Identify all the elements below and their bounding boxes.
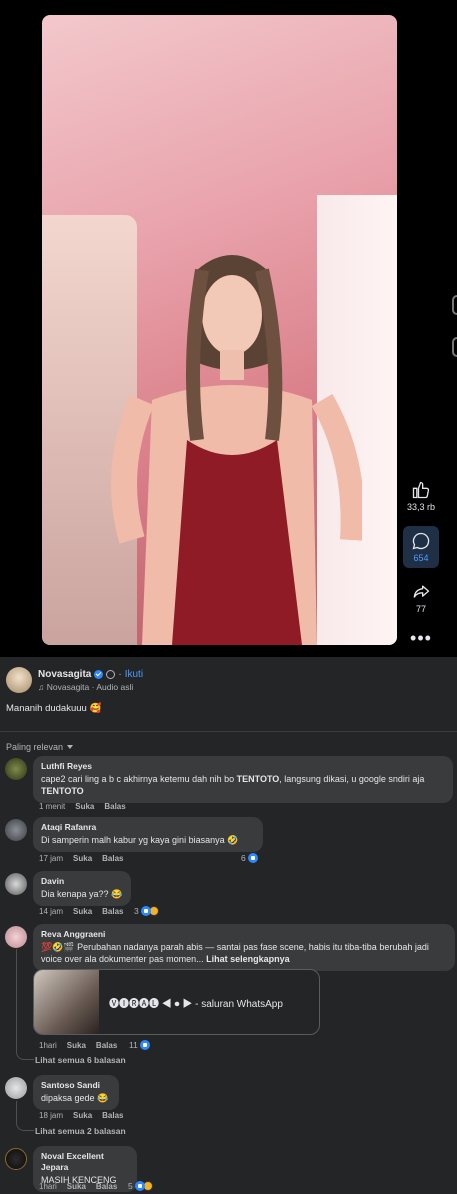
view-replies-link[interactable]: Lihat semua 2 balasan: [35, 1126, 126, 1136]
comment-item: Reva Anggraeni 💯🤣🎬 Perubahan nadanya par…: [5, 924, 455, 1074]
sort-label: Paling relevan: [6, 742, 64, 752]
comment-time[interactable]: 1hari: [39, 1041, 57, 1050]
comment-bubble: Reva Anggraeni 💯🤣🎬 Perubahan nadanya par…: [33, 924, 455, 971]
like-comment-button[interactable]: Suka: [67, 1182, 86, 1191]
music-note-icon: ♫: [38, 681, 47, 692]
link-title: 🅥🅘🅡🅐🅛 ◀ ⏺ ▶ - saluran WhatsApp: [109, 998, 283, 1010]
link-thumbnail: [34, 970, 99, 1034]
comment-text: Di samperin malh kabur yg kaya gini bias…: [41, 835, 239, 845]
comment-time[interactable]: 14 jam: [39, 907, 63, 916]
commenter-avatar[interactable]: [5, 758, 27, 780]
like-reaction-icon: [140, 906, 151, 916]
edge-scroll-hints: [452, 295, 457, 379]
share-count: 77: [415, 604, 426, 614]
commenter-avatar[interactable]: [5, 1077, 27, 1099]
reaction-summary[interactable]: 11: [129, 1040, 150, 1050]
comment-item: Ataqi Rafanra Di samperin malh kabur yg …: [5, 817, 455, 863]
comment-action[interactable]: 654: [403, 526, 439, 568]
more-options-icon[interactable]: •••: [403, 628, 439, 649]
reel-actions: 33,3 rb 654 77 •••: [403, 480, 439, 649]
like-comment-button[interactable]: Suka: [73, 854, 92, 863]
comment-count: 654: [413, 553, 429, 563]
chevron-down-icon: [67, 745, 74, 749]
like-comment-button[interactable]: Suka: [73, 1111, 92, 1120]
comment-time[interactable]: 17 jam: [39, 854, 63, 863]
reply-button[interactable]: Balas: [102, 854, 123, 863]
commenter-name[interactable]: Ataqi Rafanra: [41, 822, 255, 833]
author-avatar[interactable]: [6, 667, 32, 693]
commenter-name[interactable]: Reva Anggraeni: [41, 929, 447, 940]
reply-button[interactable]: Balas: [104, 802, 125, 811]
comment-bubble: Luthfi Reyes cape2 cari ling a b c akhir…: [33, 756, 453, 803]
audio-label[interactable]: Novasagita · Audio asli: [47, 682, 133, 692]
commenter-avatar[interactable]: [5, 1148, 27, 1170]
reaction-summary[interactable]: 3: [134, 906, 159, 916]
verified-badge-icon: [94, 669, 104, 679]
comment-text: dipaksa gede 😂: [41, 1093, 109, 1103]
comment-bubble: Santoso Sandi dipaksa gede 😂: [33, 1075, 119, 1110]
comment-icon: [412, 532, 430, 550]
sort-dropdown[interactable]: Paling relevan: [0, 732, 457, 752]
like-reaction-icon: [139, 1040, 150, 1050]
reaction-count: 11: [129, 1040, 138, 1050]
follow-button[interactable]: Ikuti: [125, 669, 143, 680]
comment-text: Dia kenapa ya?? 😂: [41, 889, 123, 899]
reel-viewer: 33,3 rb 654 77 ••• Novasagita · Ikuti ♫ …: [0, 0, 457, 1194]
post-header: Novasagita · Ikuti ♫ Novasagita · Audio …: [0, 657, 457, 693]
reply-button[interactable]: Balas: [102, 907, 123, 916]
thumbs-up-icon: [412, 481, 430, 499]
comment-time[interactable]: 18 jam: [39, 1111, 63, 1120]
comment-item: Noval Excellent Jepara MASIH KENCENG 1ha…: [5, 1146, 455, 1192]
link-preview-card[interactable]: 🅥🅘🅡🅐🅛 ◀ ⏺ ▶ - saluran WhatsApp: [33, 969, 320, 1035]
comment-time[interactable]: 1hari: [39, 1182, 57, 1191]
video-player[interactable]: [42, 15, 397, 645]
post-caption: Mananih dudakuuu 🥰: [6, 703, 102, 714]
like-count: 33,3 rb: [406, 502, 436, 512]
reaction-summary[interactable]: 6: [241, 853, 258, 863]
reaction-count: 5: [128, 1181, 133, 1191]
like-comment-button[interactable]: Suka: [75, 802, 94, 811]
like-reaction-icon: [134, 1181, 145, 1191]
share-action[interactable]: 77: [403, 582, 439, 614]
comment-bubble: Davin Dia kenapa ya?? 😂: [33, 871, 131, 906]
commenter-avatar[interactable]: [5, 926, 27, 948]
commenter-avatar[interactable]: [5, 819, 27, 841]
globe-icon: [106, 669, 116, 679]
like-action[interactable]: 33,3 rb: [403, 480, 439, 512]
reaction-count: 6: [241, 853, 246, 863]
comment-bubble: Ataqi Rafanra Di samperin malh kabur yg …: [33, 817, 263, 852]
comment-time[interactable]: 1 menit: [39, 802, 65, 811]
person-figure: [111, 255, 362, 645]
reply-thread-line: [16, 1101, 34, 1131]
reply-button[interactable]: Balas: [96, 1182, 117, 1191]
commenter-name[interactable]: Davin: [41, 876, 123, 887]
author-name[interactable]: Novasagita: [38, 669, 91, 680]
reaction-count: 3: [134, 906, 139, 916]
see-more-link[interactable]: Lihat selengkapnya: [206, 954, 290, 964]
comment-item: Santoso Sandi dipaksa gede 😂 18 jam Suka…: [5, 1075, 455, 1120]
video-area: 33,3 rb 654 77 •••: [0, 0, 457, 657]
reply-button[interactable]: Balas: [96, 1041, 117, 1050]
like-comment-button[interactable]: Suka: [67, 1041, 86, 1050]
comment-item: Luthfi Reyes cape2 cari ling a b c akhir…: [5, 756, 455, 814]
reply-thread-line: [16, 949, 34, 1060]
reply-button[interactable]: Balas: [102, 1111, 123, 1120]
comment-text: cape2 cari ling a b c akhirnya ketemu da…: [41, 774, 425, 796]
commenter-avatar[interactable]: [5, 873, 27, 895]
share-icon: [413, 585, 430, 598]
like-reaction-icon: [247, 853, 258, 863]
comment-item: Davin Dia kenapa ya?? 😂 14 jam Suka Bala…: [5, 871, 455, 916]
view-replies-link[interactable]: Lihat semua 6 balasan: [35, 1055, 126, 1065]
reaction-summary[interactable]: 5: [128, 1181, 153, 1191]
commenter-name[interactable]: Noval Excellent Jepara: [41, 1151, 129, 1173]
commenter-name[interactable]: Luthfi Reyes: [41, 761, 445, 772]
comments-panel: Novasagita · Ikuti ♫ Novasagita · Audio …: [0, 657, 457, 1194]
commenter-name[interactable]: Santoso Sandi: [41, 1080, 111, 1091]
like-comment-button[interactable]: Suka: [73, 907, 92, 916]
